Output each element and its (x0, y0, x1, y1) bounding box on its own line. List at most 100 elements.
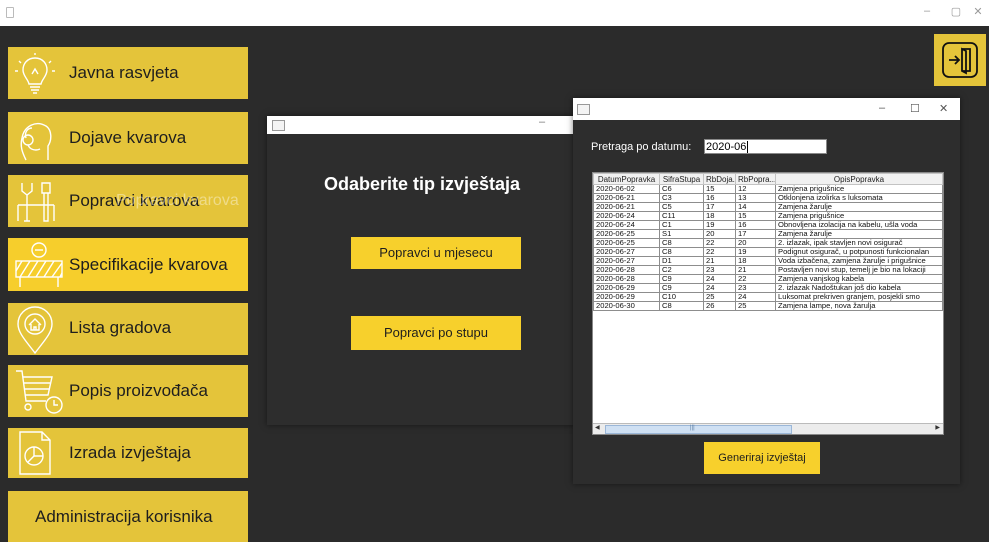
generate-report-button[interactable]: Generiraj izvještaj (704, 442, 820, 474)
scroll-left-arrow-icon[interactable]: ◀ (595, 424, 600, 431)
table-row[interactable]: 2020-06-29 C9 24 23 2. izlazak Nadoštukan jo… (593, 283, 943, 293)
table-cell: 16 (703, 193, 736, 203)
table-row[interactable]: 2020-06-30 C8 26 25 Zamjena lampe, nova žaru… (593, 301, 943, 311)
sidebar-item-izrada-izvjestaja[interactable]: Izrada izvještaja (8, 428, 248, 478)
minimize-button[interactable]: – (539, 116, 545, 128)
sidebar-item-label: Izrada izvještaja (69, 443, 191, 462)
sidebar-item-label: Administracija korisnika (35, 507, 213, 526)
minimize-button[interactable]: – (879, 102, 885, 114)
table-row[interactable]: 2020-06-28 C2 23 21 Postavljen novi stup, te… (593, 265, 943, 275)
table-row[interactable]: 2020-06-25 S1 20 17 Zamjena žarulje (593, 229, 943, 239)
table-cell: 2020-06-24 (593, 211, 660, 221)
column-header[interactable]: OpisPopravka (775, 173, 943, 185)
table-cell: Zamjena prigušnice (775, 184, 943, 194)
table-cell: 18 (735, 256, 776, 266)
close-button[interactable]: ✕ (939, 102, 948, 115)
sidebar-item-label: Dojave kvarova (69, 128, 187, 147)
table-cell: 20 (703, 229, 736, 239)
barrier-icon (15, 242, 63, 287)
date-search-input[interactable]: 2020-06 (704, 139, 827, 154)
table-row[interactable]: 2020-06-21 C3 16 13 Otklonjena izolirka s lu… (593, 193, 943, 203)
report-document-icon (19, 431, 51, 475)
table-cell: Obnovljena izolacija na kabelu, ušla vod… (775, 220, 943, 230)
table-cell: C2 (659, 265, 704, 275)
minimize-button[interactable]: – (919, 5, 935, 17)
scrollbar-thumb[interactable]: ||| (605, 425, 792, 434)
table-cell: 2020-06-29 (593, 292, 660, 302)
table-cell: 26 (703, 301, 736, 311)
table-cell: C9 (659, 283, 704, 293)
sidebar-item-lista-gradova[interactable]: Lista gradova (8, 303, 248, 355)
table-cell: Voda izbačena, zamjena žarulje i prigušn… (775, 256, 943, 266)
sidebar-item-administracija-korisnika[interactable]: Administracija korisnika (8, 491, 248, 542)
table-cell: Podignut osigurač, u potpunosti funkcion… (775, 247, 943, 257)
table-cell: C10 (659, 292, 704, 302)
table-cell: 13 (735, 193, 776, 203)
java-window-icon (577, 104, 590, 115)
sidebar-item-popis-proizvodaca[interactable]: Popis proizvođača (8, 365, 248, 417)
maximize-button[interactable]: ☐ (910, 102, 920, 115)
java-window-icon (272, 120, 285, 131)
table-row[interactable]: 2020-06-27 D1 21 18 Voda izbačena, zamjena ž… (593, 256, 943, 266)
light-bulb-icon (15, 53, 55, 94)
column-header[interactable]: SifraStupa (659, 173, 704, 185)
table-cell: C6 (659, 184, 704, 194)
table-cell: C8 (659, 238, 704, 248)
table-cell: Postavljen novi stup, temelj je bio na l… (775, 265, 943, 275)
window-titlebar: – ☐ ✕ (573, 98, 960, 120)
table-row[interactable]: 2020-06-24 C1 19 16 Obnovljena izolacija na … (593, 220, 943, 230)
table-cell: 2020-06-21 (593, 202, 660, 212)
table-cell: C8 (659, 301, 704, 311)
table-cell: 2020-06-21 (593, 193, 660, 203)
horizontal-scrollbar[interactable]: ◀ ||| ▶ (593, 423, 943, 434)
map-pin-house-icon (17, 306, 53, 355)
column-header[interactable]: RbDoja... (703, 173, 736, 185)
table-cell: 15 (735, 211, 776, 221)
tools-icon (17, 182, 55, 222)
table-cell: 24 (703, 283, 736, 293)
table-cell: 2020-06-02 (593, 184, 660, 194)
table-row[interactable]: 2020-06-25 C8 22 20 2. izlazak, ipak stavlje… (593, 238, 943, 248)
app-titlebar: – ▢ ✕ (0, 0, 989, 26)
monthly-repairs-button[interactable]: Popravci u mjesecu (351, 237, 521, 269)
maximize-button[interactable]: ▢ (948, 5, 964, 18)
table-row[interactable]: 2020-06-02 C6 15 12 Zamjena prigušnice (593, 184, 943, 194)
scrollbar-grip-icon: ||| (690, 425, 695, 431)
table-row[interactable]: 2020-06-24 C11 18 15 Zamjena prigušnice (593, 211, 943, 221)
sidebar-item-label: Lista gradova (69, 318, 172, 337)
repairs-by-pole-button[interactable]: Popravci po stupu (351, 316, 521, 350)
sidebar-item-javna-rasvjeta[interactable]: Javna rasvjeta (8, 47, 248, 99)
sidebar-item-dojave-kvarova[interactable]: Dojave kvarova (8, 112, 248, 164)
table-cell: 19 (703, 220, 736, 230)
table-cell: Zamjena žarulje (775, 202, 943, 212)
exit-button[interactable] (934, 34, 986, 86)
sidebar-item-popravci-kvarova[interactable]: Popravci kvarova Popravci kvarova (8, 175, 248, 227)
table-row[interactable]: 2020-06-28 C9 24 22 Zamjena vanjskog kabela (593, 274, 943, 284)
table-cell: 15 (703, 184, 736, 194)
table-cell: 22 (703, 238, 736, 248)
table-row[interactable]: 2020-06-29 C10 25 24 Luksomat prekriven gran… (593, 292, 943, 302)
table-cell: 2020-06-30 (593, 301, 660, 311)
sidebar-item-label: Popis proizvođača (69, 381, 208, 400)
table-cell: 2020-06-27 (593, 256, 660, 266)
exit-door-icon (942, 42, 978, 78)
sidebar-item-specifikacije-kvarova[interactable]: Specifikacije kvarova (8, 238, 248, 291)
table-cell: 2020-06-28 (593, 265, 660, 275)
column-header[interactable]: DatumPopravka (593, 173, 660, 185)
table-cell: Zamjena žarulje (775, 229, 943, 239)
table-cell: 2020-06-25 (593, 229, 660, 239)
table-cell: Otklonjena izolirka s luksomata (775, 193, 943, 203)
search-label: Pretraga po datumu: (591, 141, 692, 153)
close-button[interactable]: ✕ (970, 5, 986, 18)
table-cell: 24 (703, 274, 736, 284)
column-header[interactable]: RbPopra... (735, 173, 776, 185)
table-cell: 17 (703, 202, 736, 212)
scroll-right-arrow-icon[interactable]: ▶ (935, 424, 940, 431)
table-cell: C11 (659, 211, 704, 221)
table-row[interactable]: 2020-06-27 C8 22 19 Podignut osigurač, u pot… (593, 247, 943, 257)
table-row[interactable]: 2020-06-21 C5 17 14 Zamjena žarulje (593, 202, 943, 212)
table-cell: Zamjena lampe, nova žarulja (775, 301, 943, 311)
table-cell: 22 (703, 247, 736, 257)
repairs-table[interactable]: DatumPopravka SifraStupa RbDoja... RbPop… (592, 172, 944, 435)
app-icon (6, 7, 14, 18)
